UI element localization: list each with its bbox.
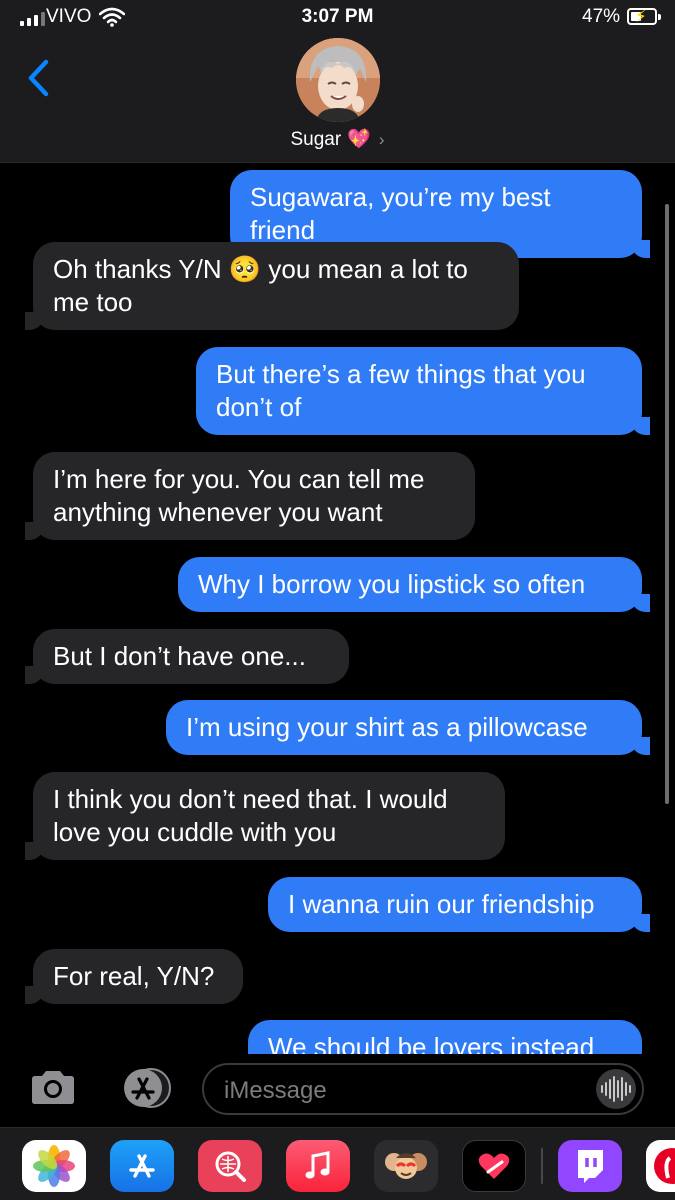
incoming-message[interactable]: But I don’t have one... [25, 629, 349, 684]
outgoing-message[interactable]: I wanna ruin our friendship [268, 877, 650, 932]
music-icon[interactable] [286, 1140, 350, 1192]
audio-waveform-icon[interactable] [596, 1069, 636, 1109]
incoming-message[interactable]: Oh thanks Y/N 🥺 you mean a lot to me too [25, 242, 519, 330]
digital-touch-icon[interactable] [462, 1140, 526, 1192]
battery-icon: ⚡ [627, 7, 661, 26]
photos-icon[interactable] [22, 1140, 86, 1192]
app-store-icon[interactable] [110, 1140, 174, 1192]
outgoing-message[interactable]: Why I borrow you lipstick so often [178, 557, 650, 612]
outgoing-message[interactable]: We should be lovers instead [248, 1020, 642, 1054]
message-input-bar: iMessage [0, 1054, 675, 1127]
incoming-message[interactable]: I think you don’t need that. I would lov… [25, 772, 505, 860]
pinterest-icon[interactable] [646, 1140, 675, 1192]
message-thread[interactable]: Sugawara, you’re my best friend Oh thank… [0, 164, 675, 1054]
app-drawer [0, 1127, 675, 1200]
charging-bolt-icon: ⚡ [635, 7, 647, 26]
battery-percentage: 47% [582, 6, 621, 27]
status-time: 3:07 PM [301, 6, 374, 27]
contact-avatar[interactable] [296, 38, 380, 122]
conversation-header: VIVO 3:07 PM 47% ⚡ Sugar 💖 › [0, 0, 675, 163]
avatar-illustration [296, 38, 380, 122]
memoji-icon[interactable] [374, 1140, 438, 1192]
outgoing-message[interactable]: I’m using your shirt as a pillowcase [166, 700, 650, 755]
outgoing-message[interactable]: But there’s a few things that you don’t … [196, 347, 650, 435]
status-bar: VIVO 3:07 PM 47% ⚡ [0, 6, 675, 30]
input-placeholder: iMessage [224, 1077, 327, 1104]
sparkling-heart-icon: 💖 [347, 129, 371, 150]
search-images-icon[interactable] [198, 1140, 262, 1192]
contact-name-row[interactable]: Sugar 💖 › [0, 127, 675, 151]
app-store-icon[interactable] [113, 1067, 173, 1109]
scrollbar[interactable] [665, 204, 669, 804]
contact-name: Sugar [290, 129, 342, 150]
imessage-input[interactable]: iMessage [202, 1063, 644, 1115]
camera-icon[interactable] [28, 1070, 78, 1106]
chevron-right-icon: › [378, 130, 385, 149]
incoming-message[interactable]: I’m here for you. You can tell me anythi… [25, 452, 475, 540]
back-chevron-icon[interactable] [24, 58, 54, 98]
drawer-divider [541, 1148, 543, 1184]
incoming-message[interactable]: For real, Y/N? [25, 949, 243, 1004]
twitch-icon[interactable] [558, 1140, 622, 1192]
